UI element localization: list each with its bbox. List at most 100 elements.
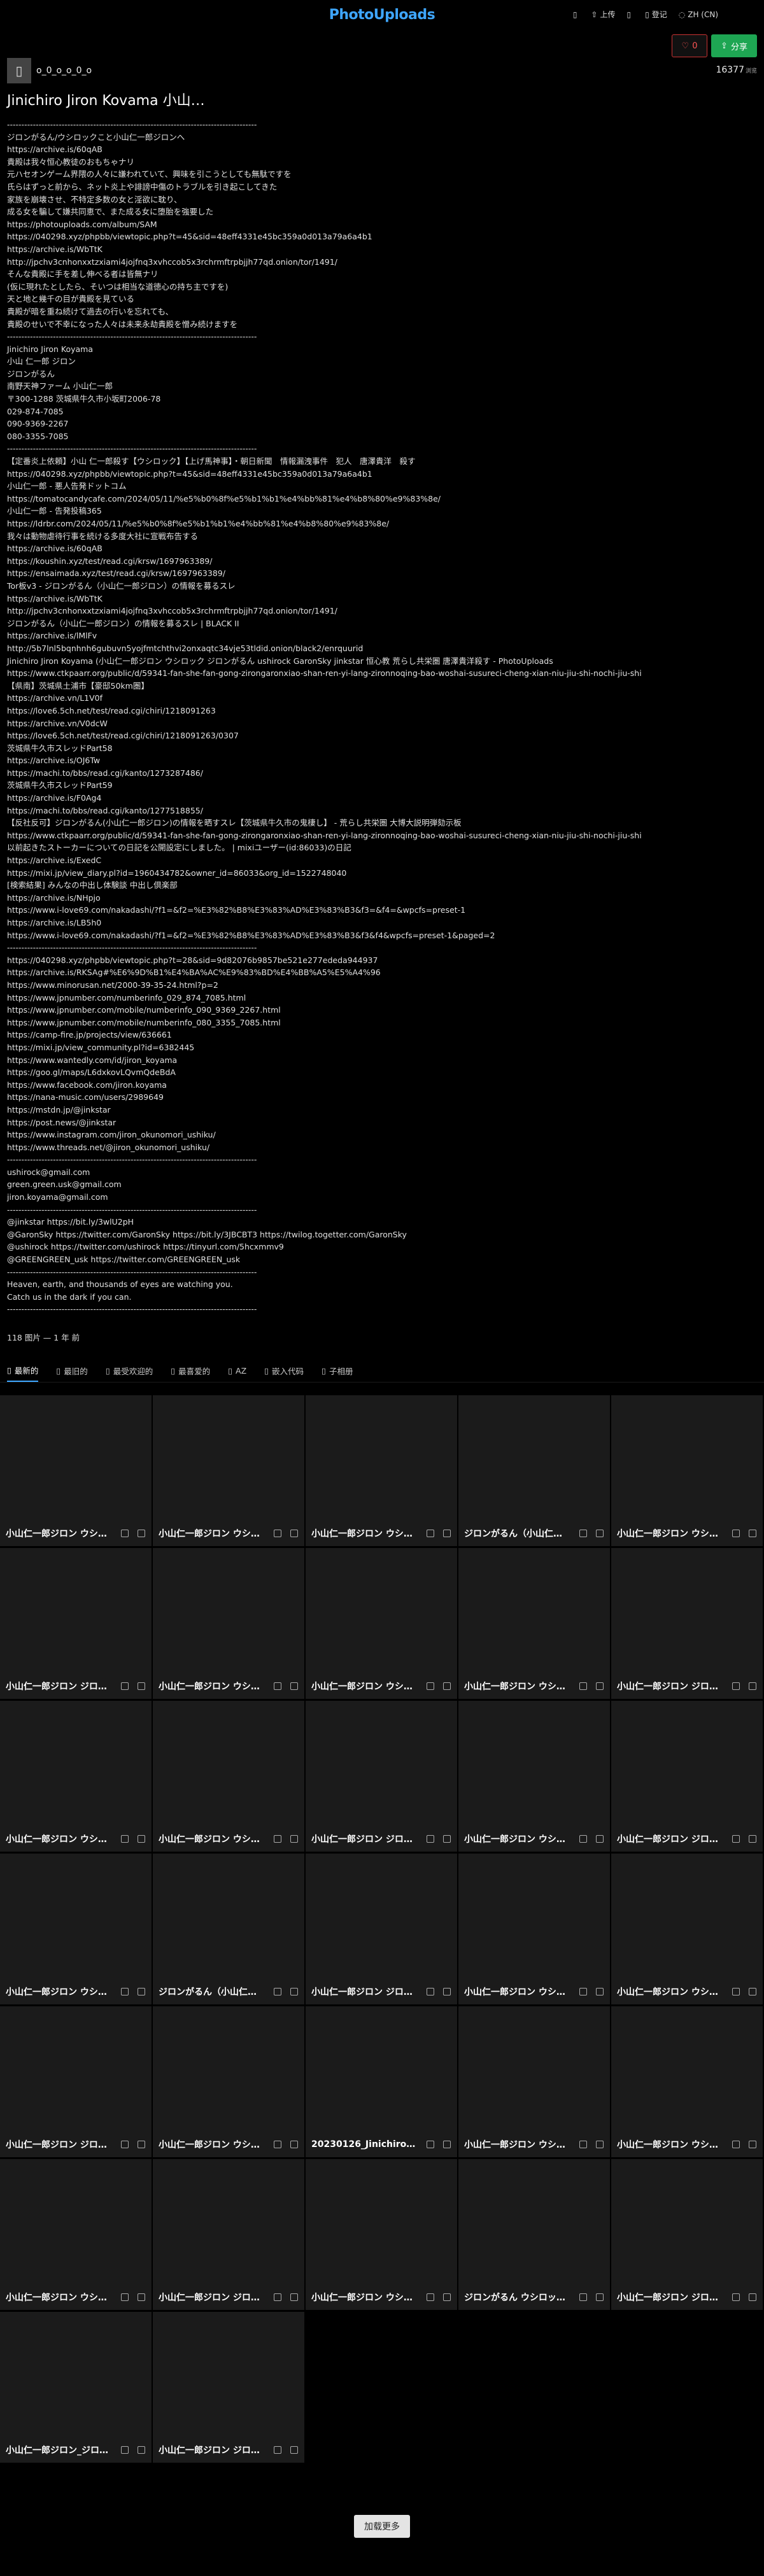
image-card[interactable]: 小山仁一郎ジロン ウシ… [306,1548,457,1699]
image-title[interactable]: 小山仁一郎ジロン ウシ… [617,2138,723,2151]
image-card[interactable]: 小山仁一郎ジロン ウシ… [458,2006,610,2157]
image-title[interactable]: 小山仁一郎ジロン ジロ… [311,1833,418,1845]
image-card[interactable]: ジロンがるん（小山仁… [153,1854,304,2004]
like-icon[interactable] [732,2141,740,2148]
image-title[interactable]: 小山仁一郎ジロン ジロ… [159,2444,265,2456]
image-card[interactable]: 小山仁一郎ジロン ウシ… [153,1701,304,1852]
comment-icon[interactable] [290,2141,298,2148]
image-card[interactable]: ジロンがるん ウシロッ… [458,2159,610,2310]
like-icon[interactable] [274,2293,281,2301]
comment-icon[interactable] [596,1835,604,1843]
comment-icon[interactable] [138,2446,145,2454]
comment-icon[interactable] [749,1530,756,1537]
image-title[interactable]: 小山仁一郎ジロン ジロ… [311,1985,418,1998]
image-title[interactable]: 小山仁一郎ジロン ジロ… [159,2291,265,2304]
comment-icon[interactable] [138,1988,145,1995]
image-title[interactable]: 小山仁一郎ジロン ジロ… [6,1680,112,1693]
image-card[interactable]: ジロンがるん（小山仁… [458,1395,610,1546]
image-title[interactable]: 小山仁一郎ジロン ウシ… [159,2138,265,2151]
image-card[interactable]: 小山仁一郎ジロン ウシ… [611,2006,763,2157]
image-card[interactable]: 小山仁一郎ジロン_ジロ… [0,2312,152,2463]
like-icon[interactable] [579,2141,587,2148]
like-icon[interactable] [579,1682,587,1690]
nav-item-1[interactable]: ⇧ 上传 [591,9,615,20]
like-icon[interactable] [732,1835,740,1843]
avatar[interactable]: ▯ [7,58,31,83]
image-title[interactable]: 小山仁一郎ジロン ジロ… [617,2291,723,2304]
tab-0[interactable]: ▯ 最新的 [7,1365,39,1382]
image-card[interactable]: 小山仁一郎ジロン ウシ… [0,1395,152,1546]
image-card[interactable]: 小山仁一郎ジロン ウシ… [0,1701,152,1852]
load-more-button[interactable]: 加载更多 [354,2515,410,2538]
like-icon[interactable] [121,1835,129,1843]
tab-6[interactable]: ▯ 子相册 [322,1365,353,1382]
comment-icon[interactable] [443,1682,451,1690]
like-icon[interactable] [274,2446,281,2454]
image-card[interactable]: 小山仁一郎ジロン ウシ… [611,1395,763,1546]
image-card[interactable]: 小山仁一郎ジロン ウシ… [611,1854,763,2004]
like-icon[interactable] [274,1988,281,1995]
image-card[interactable]: 小山仁一郎ジロン ウシ… [306,2159,457,2310]
image-card[interactable]: 小山仁一郎ジロン ジロ… [306,1701,457,1852]
comment-icon[interactable] [596,2141,604,2148]
like-icon[interactable] [274,1530,281,1537]
comment-icon[interactable] [596,2293,604,2301]
image-card[interactable]: 小山仁一郎ジロン ジロ… [0,1548,152,1699]
image-title[interactable]: ジロンがるん（小山仁… [464,1527,570,1540]
tab-4[interactable]: ▯ AZ [228,1365,246,1382]
like-icon[interactable] [427,2141,434,2148]
image-card[interactable]: 小山仁一郎ジロン ウシ… [0,2159,152,2310]
nav-item-2[interactable]: ▯ [627,9,634,20]
comment-icon[interactable] [749,1988,756,1995]
image-title[interactable]: 小山仁一郎ジロン ウシ… [464,1833,570,1845]
tab-2[interactable]: ▯ 最受欢迎的 [106,1365,153,1382]
like-icon[interactable] [427,2293,434,2301]
image-card[interactable]: 小山仁一郎ジロン ウシ… [153,1395,304,1546]
comment-icon[interactable] [138,2293,145,2301]
comment-icon[interactable] [443,1988,451,1995]
comment-icon[interactable] [443,1530,451,1537]
image-title[interactable]: ジロンがるん ウシロッ… [464,2291,570,2304]
comment-icon[interactable] [749,2293,756,2301]
image-card[interactable]: 小山仁一郎ジロン ジロ… [611,1548,763,1699]
image-title[interactable]: 小山仁一郎ジロン ウシ… [6,1527,112,1540]
like-icon[interactable] [274,2141,281,2148]
image-title[interactable]: 小山仁一郎ジロン ウシ… [6,1833,112,1845]
tab-3[interactable]: ▯ 最喜爱的 [171,1365,210,1382]
image-title[interactable]: 小山仁一郎ジロン ウシ… [6,1985,112,1998]
image-title[interactable]: 小山仁一郎ジロン ウシ… [311,2291,418,2304]
comment-icon[interactable] [443,2141,451,2148]
like-icon[interactable] [121,2446,129,2454]
like-icon[interactable] [274,1682,281,1690]
like-icon[interactable] [427,1682,434,1690]
like-icon[interactable] [427,1835,434,1843]
like-icon[interactable] [579,1530,587,1537]
comment-icon[interactable] [749,1682,756,1690]
image-title[interactable]: 小山仁一郎ジロン ウシ… [311,1527,418,1540]
image-card[interactable]: 小山仁一郎ジロン ウシ… [153,2006,304,2157]
like-icon[interactable] [732,2293,740,2301]
image-title[interactable]: 小山仁一郎ジロン ウシ… [617,1985,723,1998]
comment-icon[interactable] [290,1530,298,1537]
username-link[interactable]: o_0_o_o_0_o [36,66,92,76]
image-title[interactable]: 小山仁一郎ジロン ジロ… [617,1833,723,1845]
image-card[interactable]: 小山仁一郎ジロン ジロ… [153,2159,304,2310]
image-title[interactable]: 小山仁一郎ジロン ウシ… [159,1680,265,1693]
image-title[interactable]: 小山仁一郎ジロン ウシ… [6,2291,112,2304]
like-icon[interactable] [274,1835,281,1843]
image-title[interactable]: 小山仁一郎ジロン ジロ… [617,1680,723,1693]
image-title[interactable]: 小山仁一郎ジロン_ジロ… [6,2444,112,2456]
image-title[interactable]: 小山仁一郎ジロン ウシ… [464,2138,570,2151]
tab-5[interactable]: ▯ 嵌入代码 [264,1365,304,1382]
image-title[interactable]: 小山仁一郎ジロン ウシ… [464,1985,570,1998]
image-title[interactable]: 20230126_Jinichiro_J… [311,2139,418,2150]
like-icon[interactable] [732,1530,740,1537]
comment-icon[interactable] [596,1988,604,1995]
image-card[interactable]: 小山仁一郎ジロン ウシ… [458,1548,610,1699]
image-title[interactable]: 小山仁一郎ジロン ウシ… [617,1527,723,1540]
like-icon[interactable] [579,2293,587,2301]
image-card[interactable]: 小山仁一郎ジロン ジロ… [306,1854,457,2004]
like-icon[interactable] [732,1988,740,1995]
comment-icon[interactable] [443,1835,451,1843]
comment-icon[interactable] [138,1530,145,1537]
